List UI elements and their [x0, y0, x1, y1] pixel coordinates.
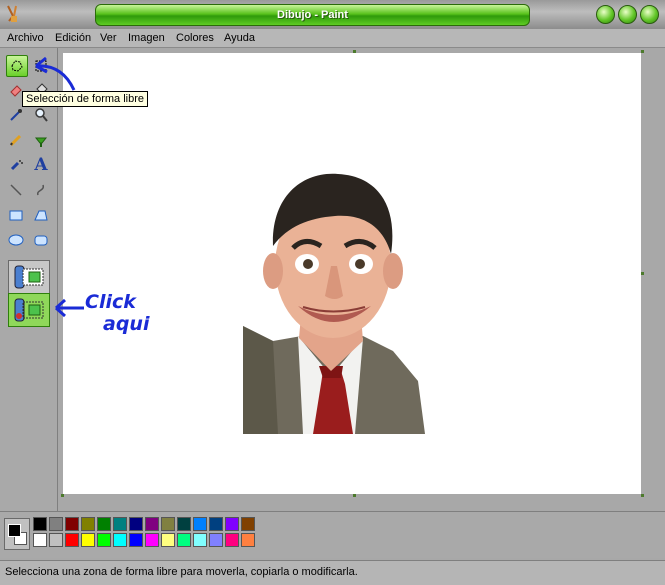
tool-curve[interactable] — [30, 179, 52, 201]
title-pill: Dibujo - Paint — [95, 4, 530, 26]
pencil-icon — [9, 134, 22, 147]
palette-swatch[interactable] — [225, 533, 239, 547]
text-icon: A — [34, 155, 48, 175]
foreground-color[interactable] — [8, 524, 21, 537]
menu-bar: Archivo Edición Ver Imagen Colores Ayuda — [0, 29, 665, 48]
palette-swatch[interactable] — [33, 533, 47, 547]
resize-handle-bottom[interactable] — [353, 494, 356, 497]
palette-swatch[interactable] — [129, 533, 143, 547]
palette-swatch[interactable] — [129, 517, 143, 531]
resize-handle-right[interactable] — [641, 272, 644, 275]
resize-handle-top-right[interactable] — [641, 50, 644, 53]
palette-swatch[interactable] — [65, 517, 79, 531]
tool-magnifier[interactable] — [30, 104, 52, 126]
option-transparent-selection[interactable] — [8, 293, 50, 327]
palette-swatch[interactable] — [113, 517, 127, 531]
menu-ver[interactable]: Ver — [100, 32, 117, 44]
tool-brush[interactable] — [30, 129, 52, 151]
minimize-button[interactable] — [596, 5, 615, 24]
palette-swatch[interactable] — [193, 517, 207, 531]
transparent-option-icon — [14, 298, 44, 322]
resize-handle-bottom-right[interactable] — [641, 494, 644, 497]
tool-panel: A — [0, 48, 58, 511]
rectangle-icon — [9, 210, 23, 221]
palette-swatch[interactable] — [177, 517, 191, 531]
curve-icon — [36, 184, 45, 196]
portrait-photo — [243, 173, 425, 434]
rounded-rect-icon — [34, 235, 48, 246]
drawing-canvas[interactable] — [63, 53, 641, 494]
resize-handle-bottom-left[interactable] — [61, 494, 64, 497]
menu-edicion[interactable]: Edición — [55, 32, 91, 44]
resize-handle-top[interactable] — [353, 50, 356, 53]
canvas-area — [59, 48, 665, 511]
line-icon — [10, 184, 22, 196]
palette-swatch[interactable] — [113, 533, 127, 547]
tool-line[interactable] — [5, 179, 27, 201]
menu-ayuda[interactable]: Ayuda — [224, 32, 255, 44]
title-bar[interactable]: Dibujo - Paint — [0, 0, 665, 29]
annotation-arrow-top — [35, 56, 76, 91]
tool-polygon[interactable] — [30, 204, 52, 226]
color-palette — [0, 511, 665, 558]
palette-swatch[interactable] — [225, 517, 239, 531]
status-bar: Selecciona una zona de forma libre para … — [0, 560, 665, 585]
option-opaque-selection[interactable] — [8, 260, 50, 294]
palette-swatch[interactable] — [161, 517, 175, 531]
palette-swatch[interactable] — [161, 533, 175, 547]
paint-app-icon[interactable] — [4, 4, 22, 24]
palette-swatch[interactable] — [49, 517, 63, 531]
palette-swatch[interactable] — [81, 517, 95, 531]
palette-swatch[interactable] — [177, 533, 191, 547]
palette-swatch[interactable] — [49, 533, 63, 547]
palette-swatch[interactable] — [81, 533, 95, 547]
window-title: Dibujo - Paint — [277, 9, 348, 21]
palette-swatch[interactable] — [97, 533, 111, 547]
maximize-button[interactable] — [618, 5, 637, 24]
palette-swatch[interactable] — [145, 533, 159, 547]
opaque-option-icon — [14, 265, 44, 289]
menu-archivo[interactable]: Archivo — [7, 32, 44, 44]
annotation-arrow-click — [55, 298, 84, 318]
annotation-aqui-text: aqui — [103, 313, 150, 335]
annotation-click-text: Click — [85, 291, 136, 313]
palette-swatch[interactable] — [97, 517, 111, 531]
status-text: Selecciona una zona de forma libre para … — [5, 566, 358, 578]
palette-swatch[interactable] — [241, 517, 255, 531]
palette-swatch[interactable] — [33, 517, 47, 531]
current-colors[interactable] — [4, 518, 30, 550]
eyedropper-icon — [10, 109, 22, 121]
brush-icon — [34, 137, 48, 147]
magnifier-icon — [35, 108, 48, 122]
ellipse-icon — [8, 234, 24, 246]
menu-colores[interactable]: Colores — [176, 32, 214, 44]
tool-pick-color[interactable] — [5, 104, 27, 126]
tool-ellipse[interactable] — [5, 229, 27, 251]
menu-imagen[interactable]: Imagen — [128, 32, 165, 44]
tool-rectangle[interactable] — [5, 204, 27, 226]
tool-text[interactable]: A — [30, 154, 52, 176]
airbrush-icon — [10, 160, 23, 171]
close-button[interactable] — [640, 5, 659, 24]
palette-swatch[interactable] — [65, 533, 79, 547]
palette-swatch[interactable] — [209, 533, 223, 547]
tool-rounded-rectangle[interactable] — [30, 229, 52, 251]
tool-airbrush[interactable] — [5, 154, 27, 176]
palette-swatch[interactable] — [145, 517, 159, 531]
tool-pencil[interactable] — [5, 129, 27, 151]
palette-swatch[interactable] — [241, 533, 255, 547]
polygon-icon — [34, 210, 48, 221]
palette-swatch[interactable] — [209, 517, 223, 531]
palette-swatch[interactable] — [193, 533, 207, 547]
